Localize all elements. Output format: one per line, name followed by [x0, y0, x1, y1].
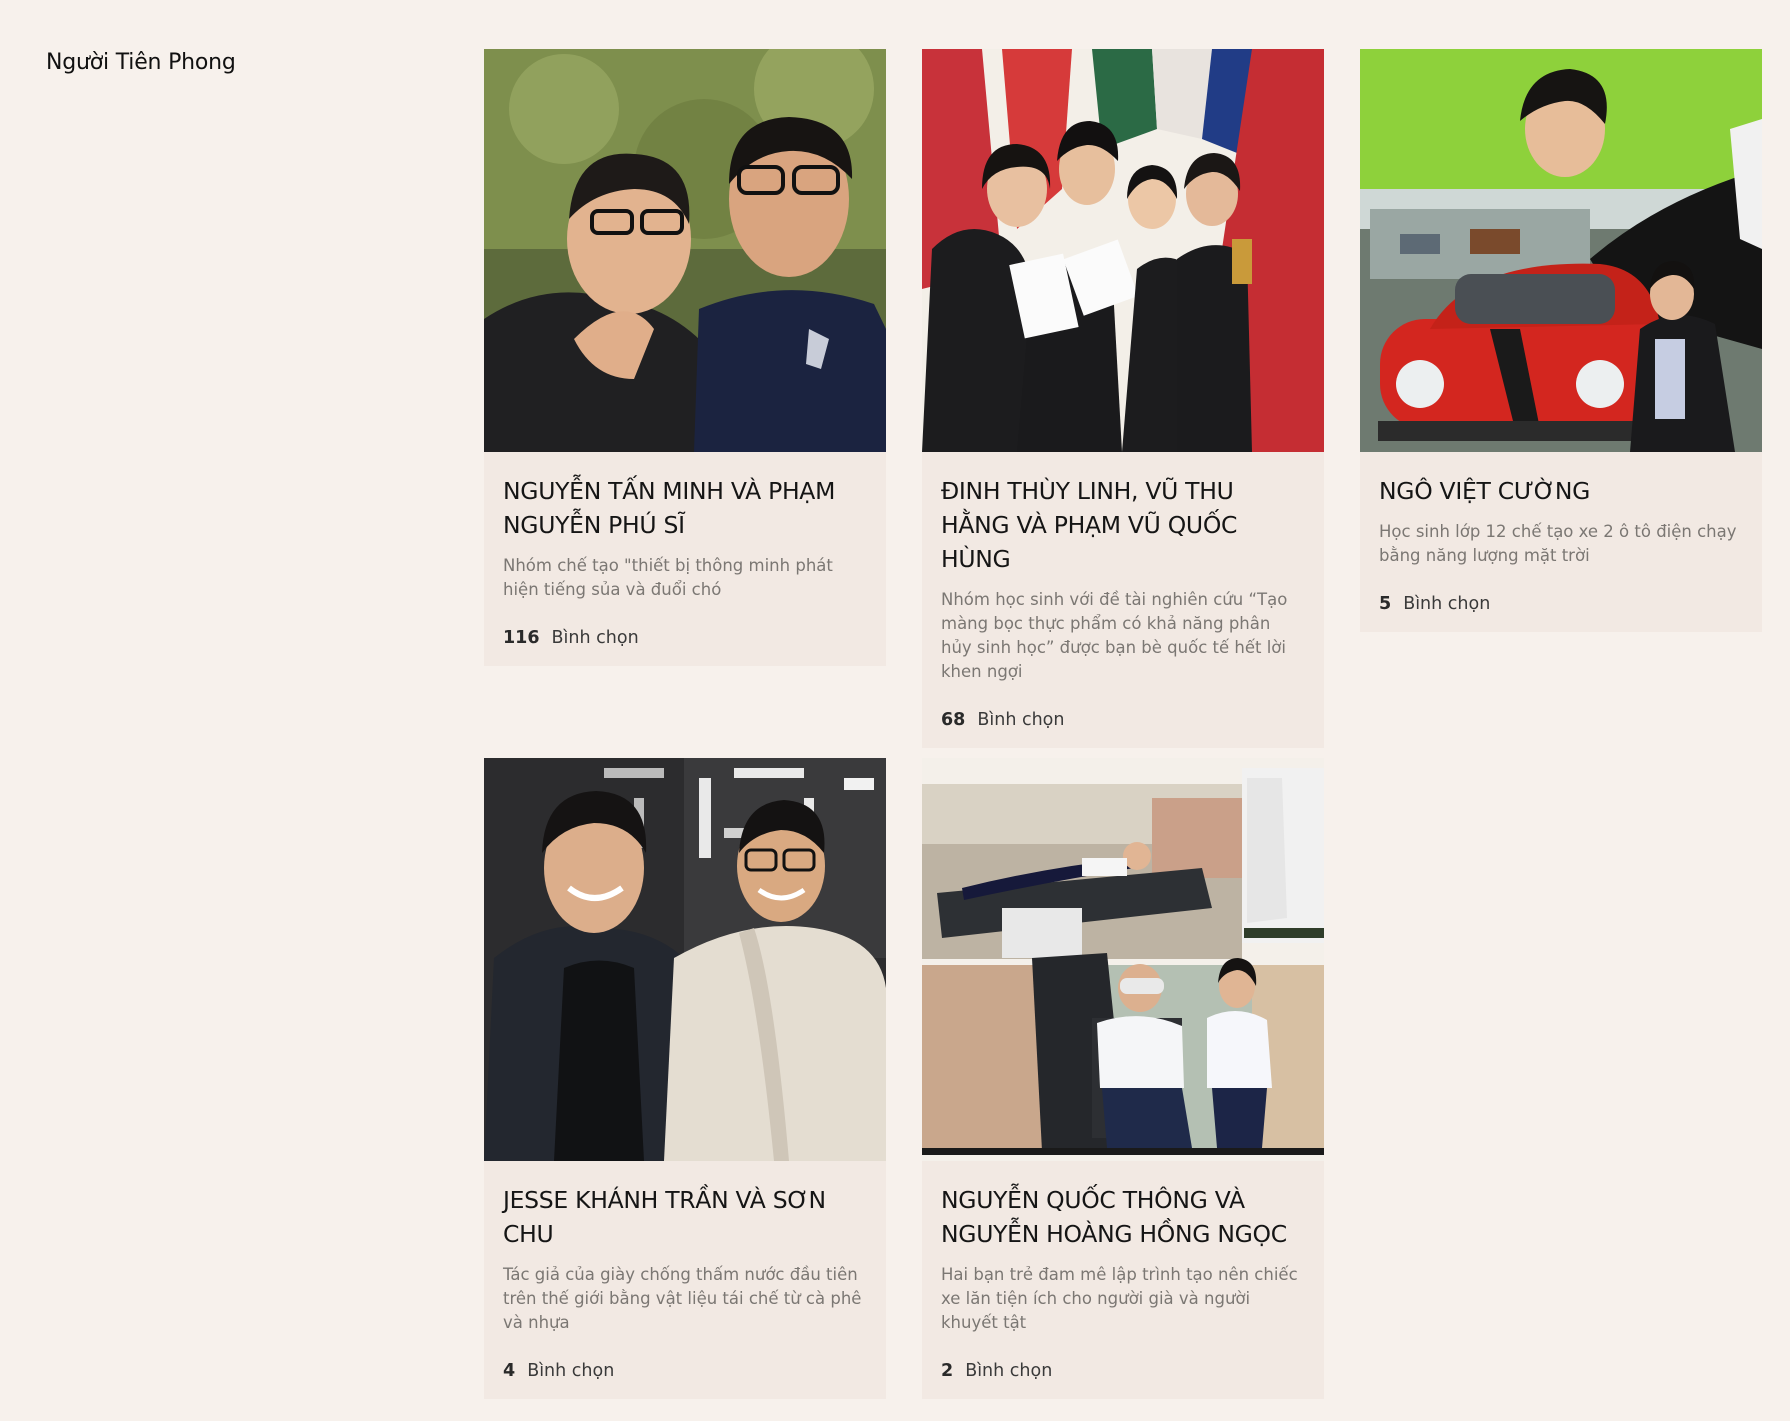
vote-counter[interactable]: 5 Bình chọn: [1379, 588, 1743, 614]
candidate-photo[interactable]: [922, 49, 1324, 452]
vote-label: Bình chọn: [551, 628, 639, 648]
vote-count: 5: [1379, 594, 1392, 614]
candidate-card[interactable]: Nguyễn Tấn Minh và Phạm Nguyễn Phú Sĩ Nh…: [484, 49, 886, 666]
vote-count: 4: [503, 1361, 516, 1381]
vote-count: 116: [503, 628, 540, 648]
candidate-card[interactable]: Ngô Việt Cường Học sinh lớp 12 chế tạo x…: [1360, 49, 1762, 632]
candidate-name[interactable]: Jesse Khánh Trần và Sơn Chu: [503, 1183, 867, 1251]
vote-counter[interactable]: 2 Bình chọn: [941, 1355, 1305, 1381]
candidate-card[interactable]: Đinh Thùy Linh, Vũ Thu Hằng và Phạm Vũ Q…: [922, 49, 1324, 748]
vote-label: Bình chọn: [527, 1361, 615, 1381]
vote-counter[interactable]: 4 Bình chọn: [503, 1355, 867, 1381]
category-title: Người Tiên Phong: [46, 50, 236, 75]
vote-label: Bình chọn: [1403, 594, 1491, 614]
candidate-description: Hai bạn trẻ đam mê lập trình tạo nên chi…: [941, 1265, 1298, 1332]
candidate-name[interactable]: Nguyễn Quốc Thông và Nguyễn Hoàng Hồng N…: [941, 1183, 1305, 1251]
candidate-photo[interactable]: [484, 758, 886, 1161]
vote-count: 68: [941, 710, 966, 730]
candidate-name[interactable]: Nguyễn Tấn Minh và Phạm Nguyễn Phú Sĩ: [503, 474, 867, 542]
vote-label: Bình chọn: [965, 1361, 1053, 1381]
candidate-description: Nhóm chế tạo "thiết bị thông minh phát h…: [503, 556, 833, 599]
candidate-card[interactable]: Nguyễn Quốc Thông và Nguyễn Hoàng Hồng N…: [922, 758, 1324, 1399]
candidate-name[interactable]: Ngô Việt Cường: [1379, 474, 1743, 508]
candidate-card[interactable]: Jesse Khánh Trần và Sơn Chu Tác giả của …: [484, 758, 886, 1399]
candidate-photo[interactable]: [1360, 49, 1762, 452]
vote-label: Bình chọn: [977, 710, 1065, 730]
vote-count: 2: [941, 1361, 954, 1381]
candidate-photo[interactable]: [922, 758, 1324, 1161]
vote-counter[interactable]: 116 Bình chọn: [503, 622, 867, 648]
candidate-description: Nhóm học sinh với đề tài nghiên cứu “Tạo…: [941, 590, 1288, 681]
candidate-photo[interactable]: [484, 49, 886, 452]
candidate-description: Tác giả của giày chống thấm nước đầu tiê…: [503, 1265, 862, 1332]
vote-counter[interactable]: 68 Bình chọn: [941, 704, 1305, 730]
candidate-description: Học sinh lớp 12 chế tạo xe 2 ô tô điện c…: [1379, 522, 1737, 565]
candidate-name[interactable]: Đinh Thùy Linh, Vũ Thu Hằng và Phạm Vũ Q…: [941, 474, 1305, 576]
